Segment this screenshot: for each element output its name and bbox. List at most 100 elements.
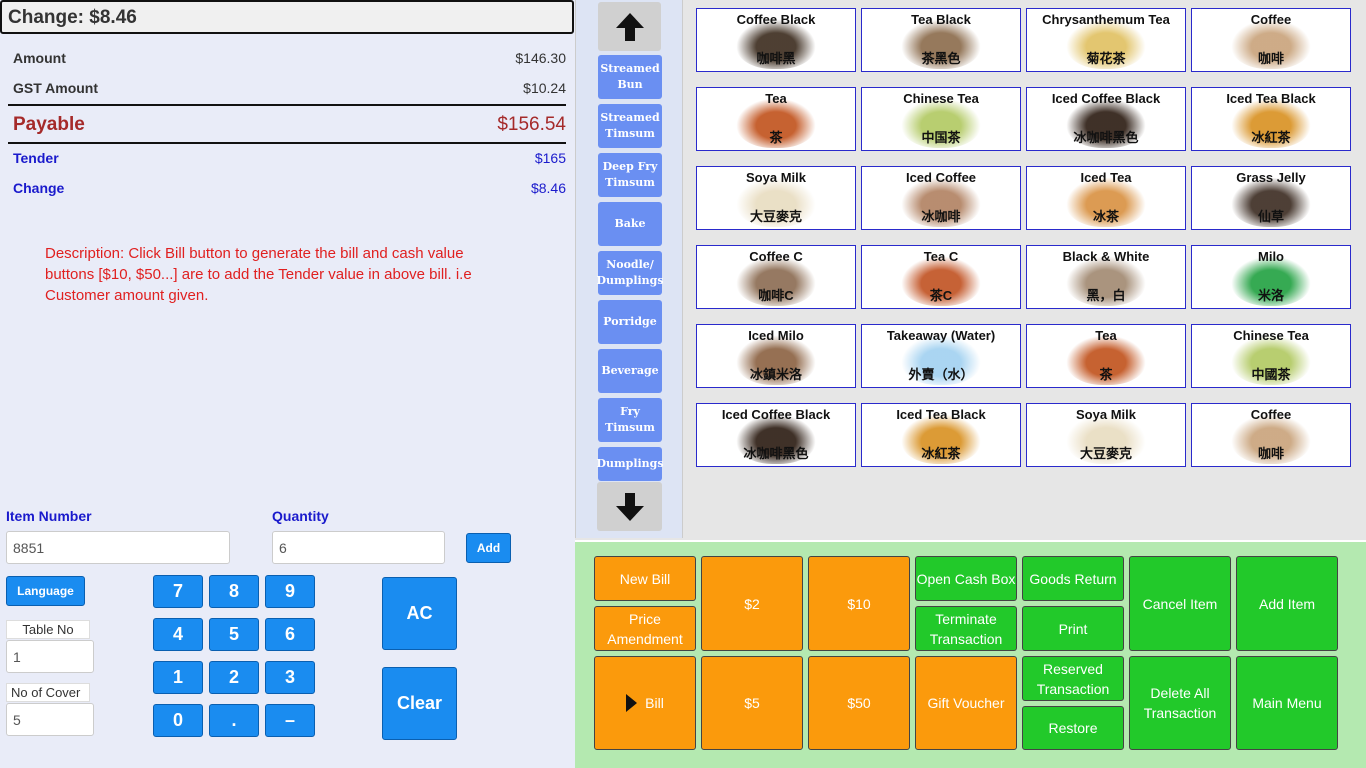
- add-item-button[interactable]: Add Item: [1236, 556, 1338, 651]
- menu-item-card[interactable]: Iced Tea Black 冰紅茶: [1191, 87, 1351, 151]
- category-porridge[interactable]: Porridge: [598, 300, 662, 344]
- item-name-zh: 冰茶: [1092, 209, 1119, 224]
- menu-item-card[interactable]: Tea 茶: [696, 87, 856, 151]
- menu-item-card[interactable]: Coffee 咖啡: [1191, 8, 1351, 72]
- menu-item-card[interactable]: Coffee 咖啡: [1191, 403, 1351, 467]
- menu-item-card[interactable]: Milo 米洛: [1191, 245, 1351, 309]
- scroll-down-arrow-icon[interactable]: [597, 482, 662, 531]
- menu-item-card[interactable]: Soya Milk 大豆麥克: [1026, 403, 1186, 467]
- item-name-en: Iced Tea Black: [1226, 91, 1316, 106]
- category-list: Streamed Bun Streamed Timsum Deep Fry Ti…: [575, 0, 683, 538]
- key-4[interactable]: 4: [153, 618, 203, 651]
- action-panel: New Bill Price Amendment Bill $2 $10 $5 …: [575, 540, 1366, 768]
- item-name-en: Chinese Tea: [903, 91, 979, 106]
- item-name-zh: 咖啡: [1257, 446, 1284, 461]
- cash-10-button[interactable]: $10: [808, 556, 910, 651]
- category-deep-fry-timsum[interactable]: Deep Fry Timsum: [598, 153, 662, 197]
- menu-item-card[interactable]: Iced Coffee Black 冰咖啡黑色: [1026, 87, 1186, 151]
- item-name-en: Takeaway (Water): [886, 328, 996, 343]
- scroll-up-arrow-icon[interactable]: [598, 2, 661, 51]
- menu-item-card[interactable]: Tea Black 茶黑色: [861, 8, 1021, 72]
- cash-5-button[interactable]: $5: [701, 656, 803, 750]
- terminate-transaction-button[interactable]: Terminate Transaction: [915, 606, 1017, 651]
- key-6[interactable]: 6: [265, 618, 315, 651]
- menu-item-card[interactable]: Coffee C 咖啡C: [696, 245, 856, 309]
- menu-item-card[interactable]: Coffee Black 咖啡黑: [696, 8, 856, 72]
- cover-input[interactable]: [6, 703, 94, 736]
- clear-button[interactable]: Clear: [382, 667, 457, 740]
- key-minus[interactable]: –: [265, 704, 315, 737]
- key-0[interactable]: 0: [153, 704, 203, 737]
- gift-voucher-button[interactable]: Gift Voucher: [915, 656, 1017, 750]
- delete-all-transaction-button[interactable]: Delete All Transaction: [1129, 656, 1231, 750]
- category-beverage[interactable]: Beverage: [598, 349, 662, 393]
- menu-item-card[interactable]: Grass Jelly 仙草: [1191, 166, 1351, 230]
- category-dumplings[interactable]: Dumplings: [596, 447, 664, 481]
- amount-row: Amount $146.30: [13, 50, 566, 66]
- goods-return-button[interactable]: Goods Return: [1022, 556, 1124, 601]
- payable-row: Payable $156.54: [13, 114, 566, 136]
- cash-2-button[interactable]: $2: [701, 556, 803, 651]
- ac-button[interactable]: AC: [382, 577, 457, 650]
- price-amendment-button[interactable]: Price Amendment: [594, 606, 696, 651]
- change-row: Change $8.46: [13, 180, 566, 196]
- menu-item-card[interactable]: Chrysanthemum Tea 菊花茶: [1026, 8, 1186, 72]
- menu-item-card[interactable]: Iced Tea Black 冰紅茶: [861, 403, 1021, 467]
- menu-item-card[interactable]: Chinese Tea 中国茶: [861, 87, 1021, 151]
- bill-button[interactable]: Bill: [594, 656, 696, 750]
- item-name-zh: 茶: [769, 130, 783, 145]
- main-menu-button[interactable]: Main Menu: [1236, 656, 1338, 750]
- key-7[interactable]: 7: [153, 575, 203, 608]
- item-name-en: Iced Coffee Black: [1051, 91, 1161, 106]
- menu-item-card[interactable]: Iced Tea 冰茶: [1026, 166, 1186, 230]
- cancel-item-button[interactable]: Cancel Item: [1129, 556, 1231, 651]
- key-1[interactable]: 1: [153, 661, 203, 694]
- amount-value: $146.30: [515, 50, 566, 66]
- item-name-en: Tea C: [923, 249, 959, 264]
- menu-item-card[interactable]: Tea 茶: [1026, 324, 1186, 388]
- table-no-label: Table No: [6, 620, 90, 639]
- add-button[interactable]: Add: [466, 533, 511, 563]
- item-name-zh: 冰紅茶: [921, 446, 961, 461]
- key-3[interactable]: 3: [265, 661, 315, 694]
- tender-label: Tender: [13, 150, 59, 166]
- key-5[interactable]: 5: [209, 618, 259, 651]
- key-9[interactable]: 9: [265, 575, 315, 608]
- item-name-en: Soya Milk: [746, 170, 806, 185]
- table-no-input[interactable]: [6, 640, 94, 673]
- quantity-input[interactable]: [272, 531, 445, 564]
- key-2[interactable]: 2: [209, 661, 259, 694]
- print-button[interactable]: Print: [1022, 606, 1124, 651]
- cash-50-button[interactable]: $50: [808, 656, 910, 750]
- menu-item-card[interactable]: Iced Coffee Black 冰咖啡黑色: [696, 403, 856, 467]
- reserved-transaction-button[interactable]: Reserved Transaction: [1022, 656, 1124, 701]
- category-streamed-bun[interactable]: Streamed Bun: [598, 55, 662, 99]
- category-streamed-timsum[interactable]: Streamed Timsum: [598, 104, 662, 148]
- menu-item-card[interactable]: Iced Milo 冰鎮米洛: [696, 324, 856, 388]
- category-noodle-dumplings[interactable]: Noodle/ Dumplings: [596, 251, 664, 295]
- item-name-en: Coffee Black: [736, 12, 816, 27]
- item-name-zh: 咖啡黑: [756, 51, 796, 66]
- menu-item-card[interactable]: Tea C 茶C: [861, 245, 1021, 309]
- menu-item-card[interactable]: Black & White 黑，白: [1026, 245, 1186, 309]
- amount-label: Amount: [13, 50, 66, 66]
- menu-item-card[interactable]: Takeaway (Water) 外賣（水）: [861, 324, 1021, 388]
- open-cash-box-button[interactable]: Open Cash Box: [915, 556, 1017, 601]
- bill-button-label: Bill: [645, 695, 664, 711]
- menu-item-card[interactable]: Iced Coffee 冰咖啡: [861, 166, 1021, 230]
- item-name-en: Iced Tea Black: [896, 407, 986, 422]
- item-name-zh: 咖啡: [1257, 51, 1284, 66]
- restore-button[interactable]: Restore: [1022, 706, 1124, 750]
- bill-panel: Change: $8.46 Amount $146.30 GST Amount …: [0, 0, 575, 768]
- language-button[interactable]: Language: [6, 576, 85, 606]
- key-dot[interactable]: .: [209, 704, 259, 737]
- category-fry-timsum[interactable]: Fry Timsum: [598, 398, 662, 442]
- category-bake[interactable]: Bake: [598, 202, 662, 246]
- menu-item-card[interactable]: Chinese Tea 中國茶: [1191, 324, 1351, 388]
- item-name-en: Tea: [1095, 328, 1117, 343]
- menu-item-card[interactable]: Soya Milk 大豆麥克: [696, 166, 856, 230]
- key-8[interactable]: 8: [209, 575, 259, 608]
- new-bill-button[interactable]: New Bill: [594, 556, 696, 601]
- item-name-en: Milo: [1258, 249, 1284, 264]
- item-number-input[interactable]: [6, 531, 230, 564]
